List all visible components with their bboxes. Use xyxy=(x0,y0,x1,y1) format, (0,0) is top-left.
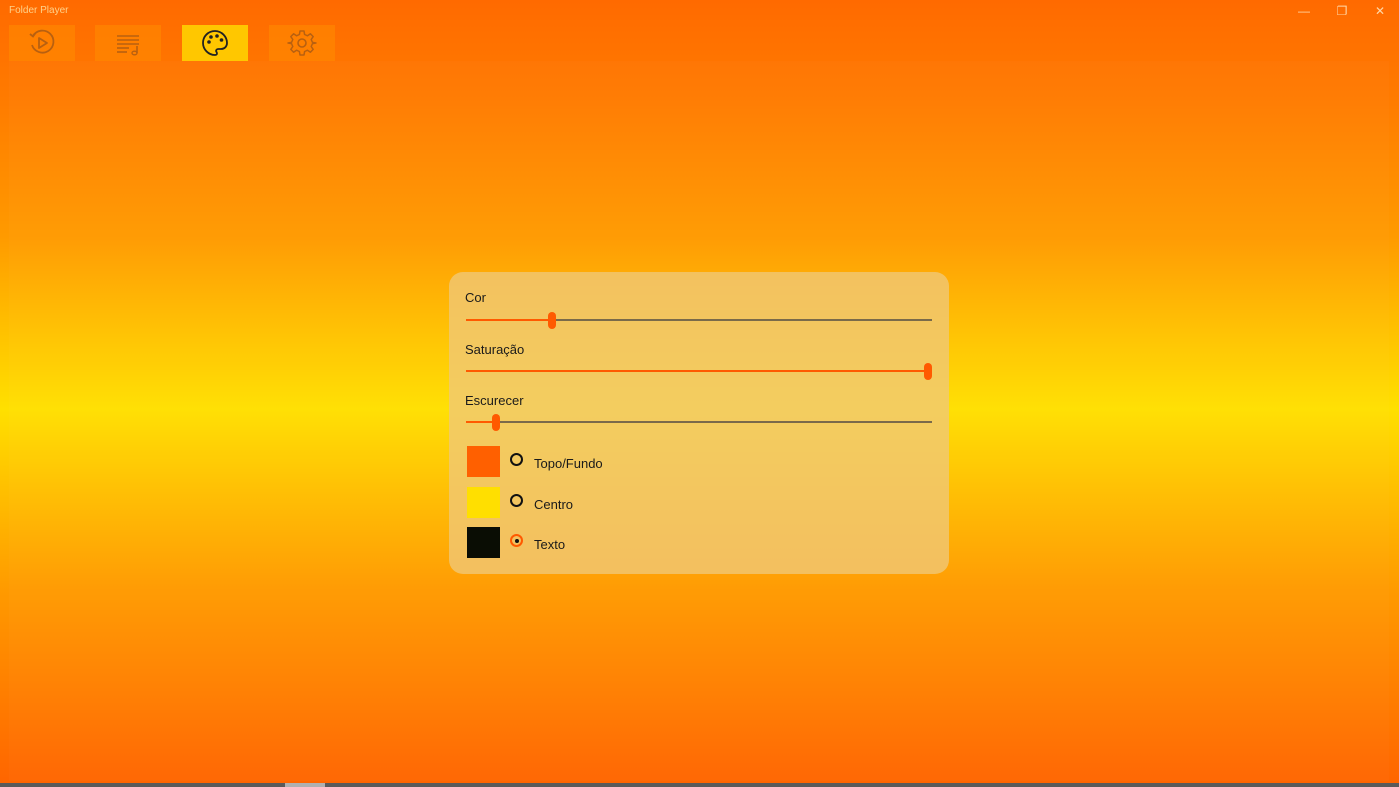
close-button[interactable]: ✕ xyxy=(1361,0,1399,22)
radio-text[interactable] xyxy=(510,534,523,547)
toolbar-button-settings[interactable] xyxy=(269,25,335,61)
darken-thumb[interactable] xyxy=(492,414,501,431)
color-swatch-top-bottom[interactable] xyxy=(467,446,500,477)
hue-slider[interactable] xyxy=(466,312,932,329)
restore-icon: ❐ xyxy=(1336,4,1348,18)
color-target-text[interactable]: Texto xyxy=(467,527,767,559)
saturation-thumb[interactable] xyxy=(924,363,932,380)
radio-center[interactable] xyxy=(510,494,523,507)
gear-icon xyxy=(287,30,317,56)
darken-label: Escurecer xyxy=(465,393,524,408)
theme-panel: Cor Saturação Escurecer Topo/Fundo Centr… xyxy=(449,272,949,574)
playlist-icon xyxy=(117,35,139,56)
radio-label-top-bottom: Topo/Fundo xyxy=(534,456,603,471)
minimize-icon: — xyxy=(1298,4,1310,18)
maximize-button[interactable]: ❐ xyxy=(1323,0,1361,22)
taskbar-edge xyxy=(0,783,1399,787)
title-bar: Folder Player — ❐ ✕ xyxy=(0,0,1399,22)
taskbar-indicator xyxy=(285,783,325,787)
app-title: Folder Player xyxy=(9,5,69,16)
hue-label: Cor xyxy=(465,290,486,305)
radio-top-bottom[interactable] xyxy=(510,453,523,466)
color-target-top-bottom[interactable]: Topo/Fundo xyxy=(467,446,767,478)
hue-fill xyxy=(466,319,553,321)
toolbar-button-theme[interactable] xyxy=(182,25,248,61)
toolbar-button-playlist[interactable] xyxy=(95,25,161,61)
color-swatch-text[interactable] xyxy=(467,527,500,558)
darken-slider[interactable] xyxy=(466,414,932,431)
close-icon: ✕ xyxy=(1374,4,1386,18)
color-target-center[interactable]: Centro xyxy=(467,487,767,519)
saturation-slider[interactable] xyxy=(466,363,932,380)
radio-label-text: Texto xyxy=(534,537,566,552)
toolbar-button-now-playing[interactable] xyxy=(9,25,75,61)
play-icon xyxy=(29,29,55,54)
minimize-button[interactable]: — xyxy=(1285,0,1323,22)
saturation-fill xyxy=(466,370,928,372)
darken-track xyxy=(466,421,932,423)
saturation-label: Saturação xyxy=(465,342,525,357)
hue-thumb[interactable] xyxy=(548,312,557,329)
palette-icon xyxy=(202,30,228,56)
color-swatch-center[interactable] xyxy=(467,487,500,518)
radio-label-center: Centro xyxy=(534,497,574,512)
